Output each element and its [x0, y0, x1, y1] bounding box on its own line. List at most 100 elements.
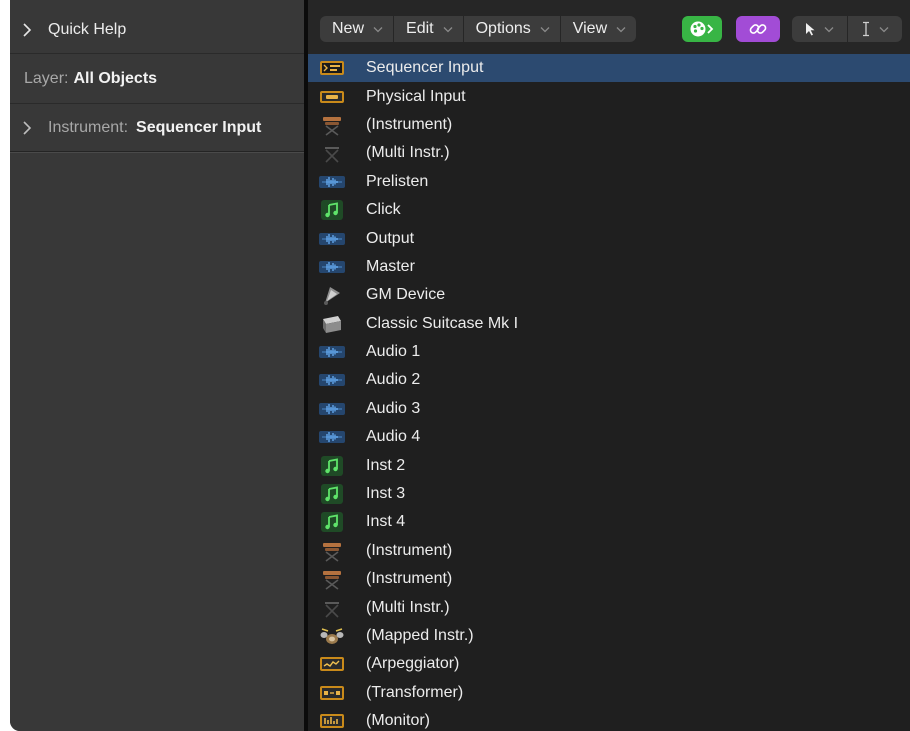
text-cursor-icon	[862, 21, 869, 37]
layer-selector[interactable]: Layer: All Objects	[10, 54, 304, 104]
list-item[interactable]: Inst 3	[308, 480, 910, 508]
list-item[interactable]: Audio 3	[308, 395, 910, 423]
new-menu-button[interactable]: New	[320, 16, 395, 42]
edit-menu-button[interactable]: Edit	[394, 16, 464, 42]
drum-kit-icon	[318, 625, 346, 647]
list-item[interactable]: GM Device	[308, 281, 910, 309]
chevron-down-icon	[540, 26, 550, 33]
palette-icon	[690, 21, 714, 37]
layer-value: All Objects	[73, 69, 158, 87]
list-item-label: Click	[366, 201, 401, 219]
list-item[interactable]: Audio 4	[308, 423, 910, 451]
instrument-label: Instrument:	[48, 118, 129, 136]
midi-thru-button[interactable]	[682, 16, 722, 42]
chevron-down-icon	[373, 26, 383, 33]
list-item[interactable]: Audio 2	[308, 366, 910, 394]
environment-window: Quick Help Layer: All Objects Instrument…	[10, 0, 910, 731]
list-item-label: (Transformer)	[366, 683, 464, 701]
stand-icon	[318, 597, 346, 619]
music-note-icon	[318, 455, 346, 477]
list-item[interactable]: Inst 4	[308, 508, 910, 536]
list-item[interactable]: (Instrument)	[308, 537, 910, 565]
chevron-down-icon	[616, 26, 626, 33]
list-item[interactable]: Output	[308, 224, 910, 252]
list-item-label: Classic Suitcase Mk I	[366, 314, 519, 332]
list-item[interactable]: (Mapped Instr.)	[308, 622, 910, 650]
list-item[interactable]: Inst 2	[308, 451, 910, 479]
list-item-label: (Instrument)	[366, 570, 453, 588]
music-note-icon	[318, 199, 346, 221]
chevron-down-icon	[824, 26, 834, 33]
list-item-label: GM Device	[366, 286, 446, 304]
new-menu-label: New	[332, 20, 365, 37]
sequencer-input-icon	[318, 57, 346, 79]
list-item[interactable]: Sequencer Input	[308, 54, 910, 83]
list-item[interactable]: Audio 1	[308, 338, 910, 366]
list-item-label: Audio 3	[366, 399, 421, 417]
link-button[interactable]	[736, 16, 780, 42]
physical-input-icon	[318, 86, 346, 108]
list-item[interactable]: Master	[308, 253, 910, 281]
music-note-icon	[318, 511, 346, 533]
audio-waveform-icon	[318, 426, 346, 448]
list-item[interactable]: Classic Suitcase Mk I	[308, 310, 910, 338]
list-item-label: (Multi Instr.)	[366, 598, 450, 616]
list-item-label: Master	[366, 257, 415, 275]
list-item-label: Audio 2	[366, 371, 421, 389]
keyboard-stand-icon	[318, 540, 346, 562]
monitor-icon	[318, 710, 346, 731]
music-note-icon	[318, 483, 346, 505]
keyboard-stand-icon	[318, 568, 346, 590]
list-item-label: Physical Input	[366, 87, 466, 105]
quick-help-disclosure[interactable]: Quick Help	[10, 6, 304, 54]
list-item-label: Inst 4	[366, 513, 406, 531]
list-item-label: Inst 3	[366, 485, 406, 503]
stand-icon	[318, 142, 346, 164]
instrument-disclosure[interactable]: Instrument: Sequencer Input	[10, 104, 304, 152]
view-menu-label: View	[572, 20, 608, 37]
audio-waveform-icon	[318, 171, 346, 193]
list-item-label: (Multi Instr.)	[366, 144, 450, 162]
list-item[interactable]: (Arpeggiator)	[308, 650, 910, 678]
view-menu-button[interactable]: View	[561, 16, 636, 42]
quick-help-label: Quick Help	[48, 20, 127, 38]
environment-main: New Edit Options View Sequencer Input Ph…	[308, 0, 910, 731]
edit-menu-label: Edit	[406, 20, 434, 37]
toolbar: New Edit Options View	[308, 0, 910, 54]
list-item-label: Output	[366, 229, 415, 247]
layer-label: Layer:	[24, 69, 69, 87]
list-item[interactable]: (Multi Instr.)	[308, 593, 910, 621]
object-list: Sequencer Input Physical Input (Instrument…	[308, 54, 910, 731]
list-item[interactable]: (Transformer)	[308, 679, 910, 707]
list-item-label: Sequencer Input	[366, 59, 484, 77]
menu-group: New Edit Options View	[320, 16, 637, 42]
chevron-down-icon	[443, 26, 453, 33]
text-tool-menu[interactable]	[848, 16, 903, 42]
chevron-down-icon	[879, 26, 889, 33]
list-item-label: (Instrument)	[366, 115, 453, 133]
list-item[interactable]: Prelisten	[308, 168, 910, 196]
list-item[interactable]: (Multi Instr.)	[308, 139, 910, 167]
list-item[interactable]: Click	[308, 196, 910, 224]
list-item[interactable]: (Instrument)	[308, 111, 910, 139]
pointer-tool-menu[interactable]	[792, 16, 848, 42]
instrument-value: Sequencer Input	[136, 118, 262, 136]
list-item-label: (Mapped Instr.)	[366, 627, 474, 644]
audio-waveform-icon	[318, 369, 346, 391]
list-item-label: (Monitor)	[366, 712, 431, 730]
audio-waveform-icon	[318, 341, 346, 363]
list-item[interactable]: (Instrument)	[308, 565, 910, 593]
list-item[interactable]: (Monitor)	[308, 707, 910, 731]
inspector-panel: Quick Help Layer: All Objects Instrument…	[10, 0, 304, 731]
electric-piano-icon	[318, 313, 346, 335]
audio-waveform-icon	[318, 256, 346, 278]
list-item-label: Audio 4	[366, 428, 421, 446]
chevron-right-icon	[22, 22, 36, 37]
list-item-label: (Instrument)	[366, 541, 453, 559]
arpeggiator-icon	[318, 653, 346, 675]
chevron-right-icon	[22, 120, 36, 135]
options-menu-button[interactable]: Options	[464, 16, 561, 42]
transformer-icon	[318, 682, 346, 704]
list-item-label: Prelisten	[366, 172, 429, 190]
list-item[interactable]: Physical Input	[308, 82, 910, 110]
